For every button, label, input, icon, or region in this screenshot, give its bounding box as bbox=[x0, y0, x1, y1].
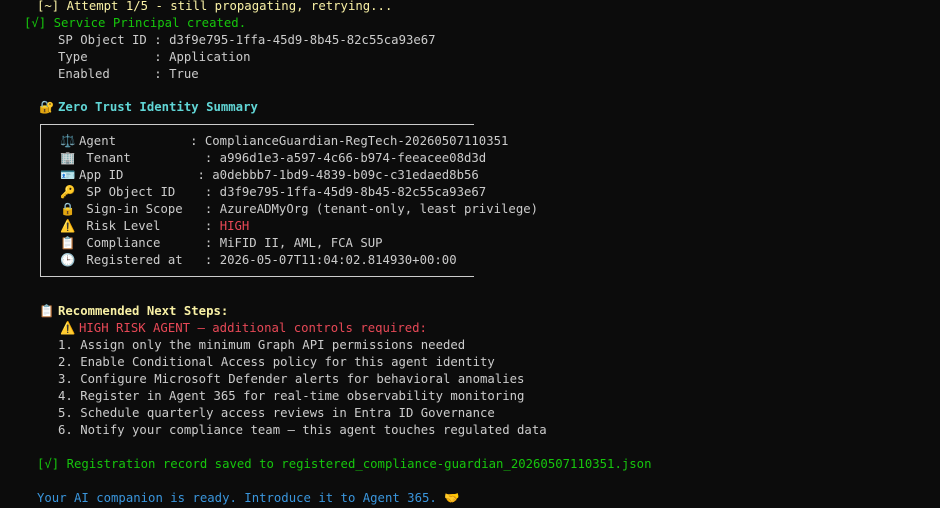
summary-row-value: d3f9e795-1ffa-45d9-8b45-82c55ca93e67 bbox=[219, 185, 487, 199]
closing-text: Your AI companion is ready. Introduce it… bbox=[37, 491, 437, 505]
key-icon: 🔑 bbox=[60, 185, 76, 199]
risk-level-value: HIGH bbox=[219, 219, 250, 233]
warning-icon: ⚠️ bbox=[60, 321, 76, 335]
building-icon: 🏢 bbox=[60, 151, 76, 165]
summary-row-sign-in-scope: 🔒 Sign-in Scope : AzureADMyOrg (tenant-o… bbox=[60, 202, 539, 216]
summary-row-label: Compliance bbox=[86, 236, 161, 250]
scales-icon: ⚖️ bbox=[60, 134, 76, 148]
summary-row-value: a0debbb7-1bd9-4839-b09c-c31edaed8b56 bbox=[212, 168, 479, 182]
sp-detail-enabled: Enabled : True bbox=[58, 67, 199, 81]
summary-row-label: Tenant bbox=[86, 151, 131, 165]
summary-row-registered-at: 🕒 Registered at : 2026-05-07T11:04:02.81… bbox=[60, 253, 457, 267]
sp-detail-value: d3f9e795-1ffa-45d9-8b45-82c55ca93e67 bbox=[169, 33, 436, 47]
next-step-item: 1. Assign only the minimum Graph API per… bbox=[58, 338, 466, 352]
lock-key-icon: 🔐 bbox=[39, 100, 55, 114]
summary-title: Zero Trust Identity Summary bbox=[58, 100, 258, 114]
sp-detail-type: Type : Application bbox=[58, 50, 251, 64]
next-step-item: 5. Schedule quarterly access reviews in … bbox=[58, 406, 495, 420]
high-risk-warning: ⚠️ HIGH RISK AGENT — additional controls … bbox=[60, 320, 427, 337]
summary-row-tenant: 🏢 Tenant : a996d1e3-a597-4c66-b974-feeac… bbox=[60, 151, 487, 165]
clock-icon: 🕒 bbox=[60, 253, 76, 267]
sp-detail-object-id: SP Object ID : d3f9e795-1ffa-45d9-8b45-8… bbox=[58, 33, 436, 47]
closing-line: Your AI companion is ready. Introduce it… bbox=[37, 490, 463, 507]
sp-detail-label: Type bbox=[58, 50, 88, 64]
id-card-icon: 🪪 bbox=[60, 168, 76, 182]
summary-row-value: 2026-05-07T11:04:02.814930+00:00 bbox=[219, 253, 457, 267]
summary-row-label: Agent bbox=[79, 134, 117, 148]
record-saved-line: [√] Registration record saved to registe… bbox=[37, 457, 652, 471]
next-step-item: 6. Notify your compliance team — this ag… bbox=[58, 423, 547, 437]
warning-icon: ⚠️ bbox=[60, 219, 76, 233]
clipboard-icon: 📋 bbox=[60, 236, 76, 250]
next-step-item: 2. Enable Conditional Access policy for … bbox=[58, 355, 495, 369]
summary-row-compliance: 📋 Compliance : MiFID II, AML, FCA SUP bbox=[60, 236, 383, 250]
next-step-item: 3. Configure Microsoft Defender alerts f… bbox=[58, 372, 525, 386]
summary-row-value: MiFID II, AML, FCA SUP bbox=[219, 236, 383, 250]
terminal-window[interactable]: [~] Attempt 1/5 - still propagating, ret… bbox=[0, 0, 940, 508]
summary-row-app-id: 🪪 App ID : a0debbb7-1bd9-4839-b09c-c31eda… bbox=[60, 168, 479, 182]
summary-row-sp-object-id: 🔑 SP Object ID : d3f9e795-1ffa-45d9-8b45… bbox=[60, 185, 487, 199]
handshake-icon: 🤝 bbox=[444, 491, 460, 505]
summary-row-label: Registered at bbox=[86, 253, 183, 267]
sp-detail-label: SP Object ID bbox=[58, 33, 147, 47]
sp-detail-value: Application bbox=[169, 50, 251, 64]
sp-detail-value: True bbox=[169, 67, 199, 81]
high-risk-warning-text: HIGH RISK AGENT — additional controls re… bbox=[79, 321, 427, 335]
summary-row-label: Risk Level bbox=[86, 219, 161, 233]
next-steps-title: Recommended Next Steps: bbox=[58, 304, 229, 318]
summary-row-value: AzureADMyOrg (tenant-only, least privile… bbox=[219, 202, 539, 216]
summary-row-label: App ID bbox=[79, 168, 124, 182]
next-steps-heading: 📋 Recommended Next Steps: bbox=[39, 303, 228, 320]
summary-heading: 🔐 Zero Trust Identity Summary bbox=[39, 99, 258, 116]
summary-row-value: a996d1e3-a597-4c66-b974-feeacee08d3d bbox=[219, 151, 487, 165]
attempt-line: [~] Attempt 1/5 - still propagating, ret… bbox=[37, 0, 393, 13]
summary-row-label: SP Object ID bbox=[86, 185, 176, 199]
sp-detail-label: Enabled bbox=[58, 67, 110, 81]
lock-icon: 🔒 bbox=[60, 202, 76, 216]
summary-row-label: Sign-in Scope bbox=[86, 202, 183, 216]
next-step-item: 4. Register in Agent 365 for real-time o… bbox=[58, 389, 525, 403]
summary-row-value: ComplianceGuardian-RegTech-2026050711035… bbox=[204, 134, 509, 148]
summary-row-agent: ⚖️ Agent : ComplianceGuardian-RegTech-202… bbox=[60, 134, 509, 148]
sp-created-line: [√] Service Principal created. bbox=[24, 16, 247, 30]
clipboard-icon: 📋 bbox=[39, 304, 55, 318]
summary-row-risk-level: ⚠️ Risk Level : HIGH bbox=[60, 219, 250, 233]
